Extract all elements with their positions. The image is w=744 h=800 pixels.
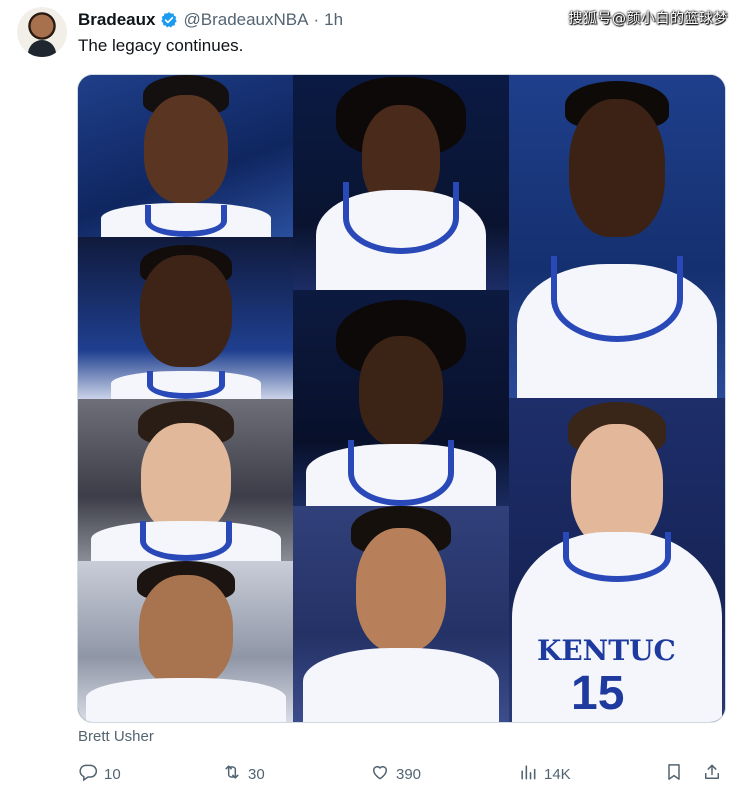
jersey-number: 15 [571, 667, 625, 720]
player-photo-4 [78, 561, 293, 722]
player-photo-5 [293, 75, 509, 290]
player-photo-2 [78, 237, 293, 399]
tweet-header: Bradeaux @BradeauxNBA · 1h [78, 10, 343, 30]
views-button[interactable]: 14K [518, 756, 571, 792]
retweet-button[interactable]: 30 [222, 756, 265, 792]
analytics-icon [518, 762, 538, 786]
tweet: Bradeaux @BradeauxNBA · 1h 搜狐号@颜小白的篮球梦 T… [0, 0, 744, 800]
player-photo-6 [293, 290, 509, 506]
verified-badge-icon [160, 11, 178, 29]
jersey-lettering: KENTUC [537, 634, 676, 667]
heart-icon [370, 762, 390, 786]
like-count: 390 [396, 765, 422, 783]
reply-count: 10 [104, 765, 121, 783]
timestamp[interactable]: 1h [324, 10, 343, 30]
like-button[interactable]: 390 [370, 756, 421, 792]
retweet-icon [222, 762, 242, 786]
player-photo-7 [293, 506, 509, 722]
share-icon [702, 762, 722, 786]
share-button[interactable] [702, 756, 722, 792]
bookmark-button[interactable] [664, 756, 684, 792]
player-photo-9: KENTUC 15 [509, 398, 725, 722]
watermark: 搜狐号@颜小白的篮球梦 [568, 11, 728, 27]
author-handle[interactable]: @BradeauxNBA [183, 10, 308, 30]
player-photo-1 [78, 75, 293, 237]
views-count: 14K [544, 765, 571, 783]
retweet-count: 30 [248, 765, 265, 783]
reply-icon [78, 762, 98, 786]
player-photo-8 [509, 75, 725, 398]
player-photo-3 [78, 399, 293, 561]
media-collage[interactable]: KENTUC 15 [77, 74, 726, 723]
reply-button[interactable]: 10 [78, 756, 121, 792]
action-bar: 10 30 390 14K [0, 756, 744, 792]
author-name[interactable]: Bradeaux [78, 10, 155, 30]
separator-dot: · [313, 10, 320, 29]
avatar[interactable] [17, 7, 67, 57]
tweet-text: The legacy continues. [78, 36, 244, 55]
photo-credit: Brett Usher [78, 728, 154, 745]
bookmark-icon [664, 762, 684, 786]
